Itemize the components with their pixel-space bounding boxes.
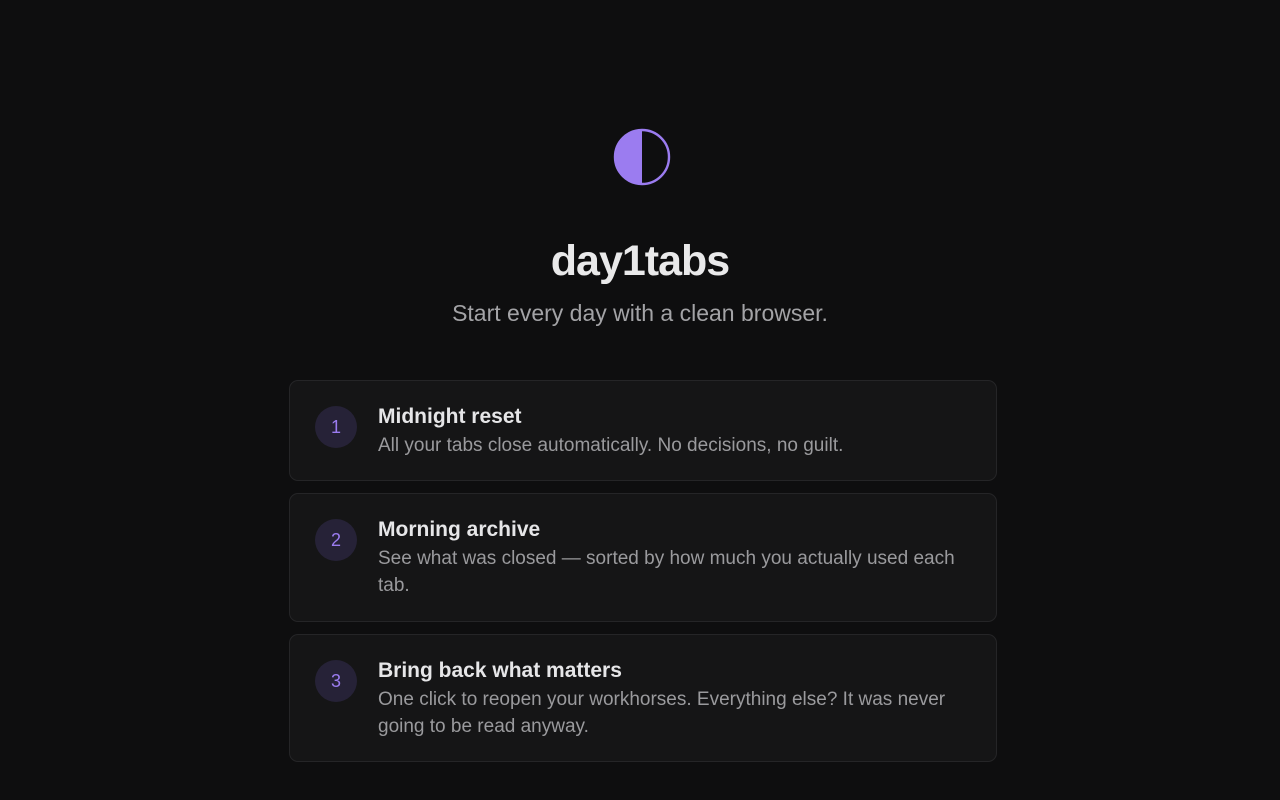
step-title: Midnight reset (378, 405, 522, 428)
step-content: Bring back what matters One click to reo… (378, 657, 956, 740)
step-number-badge: 2 (315, 519, 357, 561)
steps-list: 1 Midnight reset All your tabs close aut… (289, 380, 997, 774)
step-number-badge: 1 (315, 406, 357, 448)
step-description: All your tabs close automatically. No de… (378, 435, 844, 456)
step-content: Morning archive See what was closed — so… (378, 516, 956, 599)
step-title: Morning archive (378, 518, 541, 541)
app-title: day1tabs (550, 237, 730, 285)
step-content: Midnight reset All your tabs close autom… (378, 403, 956, 459)
onboarding-page: day1tabs Start every day with a clean br… (0, 0, 1280, 800)
step-description: One click to reopen your workhorses. Eve… (378, 689, 946, 737)
half-moon-icon (613, 128, 671, 186)
app-subtitle: Start every day with a clean browser. (452, 300, 828, 326)
step-title: Bring back what matters (378, 659, 622, 682)
step-number-badge: 3 (315, 660, 357, 702)
step-card-midnight-reset: 1 Midnight reset All your tabs close aut… (289, 380, 997, 481)
step-description: See what was closed — sorted by how much… (378, 548, 955, 596)
step-card-bring-back: 3 Bring back what matters One click to r… (289, 634, 997, 762)
step-card-morning-archive: 2 Morning archive See what was closed — … (289, 493, 997, 622)
